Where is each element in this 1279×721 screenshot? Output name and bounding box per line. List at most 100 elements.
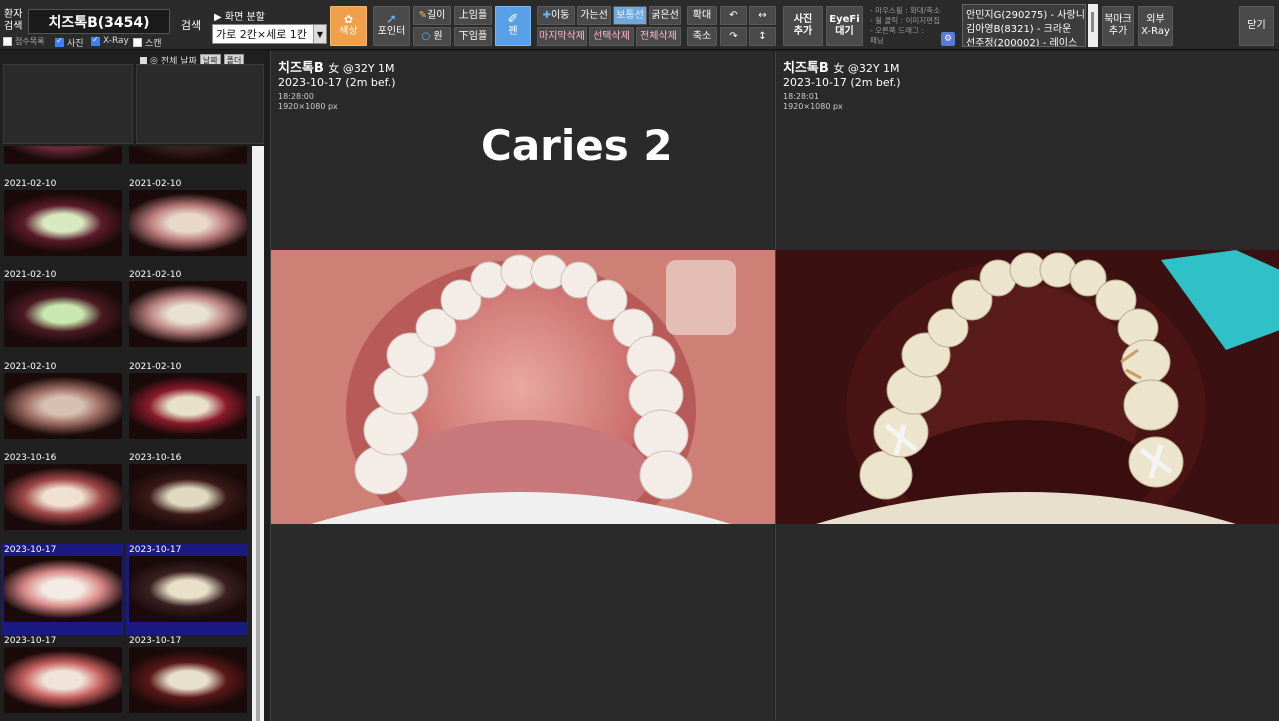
thumbnail-image[interactable] (4, 281, 122, 347)
patient-name-field[interactable]: 치즈톡B(3454) (28, 9, 170, 34)
check-label: 접수목록 (15, 37, 45, 46)
external-xray-button[interactable]: 외부 X-Ray (1138, 6, 1173, 46)
list-item[interactable]: 김아영B(8321) - 크라운 (963, 19, 1085, 35)
thumbnail-item[interactable]: 2023-10-17 (126, 635, 248, 721)
thumbnail-item[interactable]: 2023-10-16 (1, 452, 123, 543)
checkbox-checked-icon (91, 35, 100, 46)
fluorescence-photo-svg (776, 250, 1279, 524)
check-photo[interactable]: 사진 (55, 36, 84, 49)
split-select[interactable]: 가로 2칸×세로 1칸 ▼ (212, 24, 327, 44)
color-button[interactable]: ✿ 색상 (330, 6, 367, 46)
check-label: X-Ray (103, 36, 129, 46)
length-button[interactable]: ✎ 길이 (413, 6, 451, 25)
thumbnail-image[interactable] (129, 146, 247, 164)
image-caption: Caries 2 (481, 121, 673, 170)
toolbar: 환자 검색 치즈톡B(3454) 검색 ▶ 화면 분할 가로 2칸×세로 1칸 ▼… (0, 0, 1279, 50)
viewer-right[interactable]: 치즈톡B 女 @32Y 1M 2023-10-17 (2m bef.) 18:2… (775, 51, 1279, 721)
thumbnail-image[interactable] (129, 464, 247, 530)
waiting-patient-list[interactable]: 안민지G(290275) - 사랑니 김아영B(8321) - 크라운 선주정(… (962, 4, 1086, 47)
thumbnail-panel: ◎ 전체 날짜 날짜 폴더 2021-02-10 2021-02-10 2021-0… (0, 51, 266, 721)
thumbnail-date: 2023-10-17 (129, 544, 182, 555)
thumbnail-item[interactable]: 2021-02-10 (126, 269, 248, 360)
settings-icon[interactable]: ⚙ (941, 32, 955, 46)
search-button[interactable]: 검색 (174, 9, 208, 43)
thumbnail-date: 2023-10-16 (4, 453, 57, 463)
zoom-out-button[interactable]: 축소 (687, 27, 717, 46)
intraoral-photo-fluorescence[interactable] (776, 250, 1279, 524)
thumbnail-scrollbar[interactable] (252, 146, 264, 721)
thumbnail-image[interactable] (4, 146, 122, 164)
intraoral-photo-svg (271, 250, 775, 524)
bookmark-button[interactable]: 북마크 추가 (1102, 6, 1134, 46)
eyefi-button[interactable]: EyeFi 대기 (826, 6, 863, 46)
check-label: 스캔 (145, 39, 162, 49)
thumbnail-image[interactable] (4, 372, 122, 439)
thumbnail-item[interactable]: 2021-02-10 (1, 361, 123, 452)
scrollbar-thumb[interactable] (256, 396, 260, 721)
thumbnail-item[interactable]: 2023-10-17 (1, 635, 123, 721)
check-xray[interactable]: X-Ray (91, 35, 129, 46)
lower-implant-button[interactable]: 下임플 (454, 27, 492, 46)
thumbnail-item[interactable]: 2023-10-17 (126, 543, 248, 635)
move-button[interactable]: ✚ 이동 (537, 6, 575, 25)
circle-button[interactable]: ○ 원 (413, 27, 451, 46)
chevron-down-icon[interactable]: ▼ (313, 25, 326, 43)
thumbnail-image[interactable] (129, 555, 247, 622)
pen-button[interactable]: ✐ 펜 (495, 6, 531, 46)
thumbnail-image[interactable] (4, 555, 122, 622)
thumbnail-date: 2021-02-10 (4, 178, 57, 189)
delete-selected-button[interactable]: 선택삭제 (589, 27, 634, 46)
thumbnail-item[interactable]: 2021-02-10 (1, 269, 123, 360)
thumbnail-date: 2023-10-17 (4, 544, 57, 555)
close-button[interactable]: 닫기 (1239, 6, 1274, 46)
thumbnail-image[interactable] (4, 647, 122, 713)
thumbnail-date: 2021-02-10 (129, 270, 182, 280)
thumbnail-item[interactable]: 2023-10-16 (126, 452, 248, 543)
circle-icon: ○ (421, 30, 431, 42)
flip-horizontal-button[interactable]: ↔ (749, 6, 776, 25)
viewer-patient-name: 치즈톡B 女 @32Y 1M (783, 61, 900, 76)
list-item[interactable]: 선주정(200002) - 레이스 (963, 33, 1085, 46)
delete-last-button[interactable]: 마지막삭제 (537, 27, 587, 46)
patient-search-label: 환자 검색 (4, 9, 23, 32)
thumbnail-image[interactable] (4, 464, 122, 530)
check-reception[interactable]: 접수목록 (3, 36, 44, 47)
flip-vertical-button[interactable]: ↕ (749, 27, 776, 46)
rotate-left-button[interactable]: ↶ (720, 6, 747, 25)
viewer-date: 2023-10-17 (2m bef.) (278, 76, 396, 89)
viewer-time: 18:28:01 (783, 92, 819, 101)
thin-line-button[interactable]: 가는선 (577, 6, 611, 25)
list-item[interactable]: 안민지G(290275) - 사랑니 (963, 5, 1085, 21)
rotate-right-button[interactable]: ↷ (720, 27, 747, 46)
zoom-in-button[interactable]: 확대 (687, 6, 717, 25)
expand-icon[interactable] (140, 57, 147, 64)
thumbnail-date: 2021-02-10 (4, 361, 57, 372)
thumbnail-image[interactable] (129, 189, 247, 256)
intraoral-photo-normal[interactable] (271, 250, 775, 524)
thumbnail-image[interactable] (129, 372, 247, 439)
circle-button-label: 원 (433, 30, 443, 42)
viewer-left[interactable]: 치즈톡B 女 @32Y 1M 2023-10-17 (2m bef.) 18:2… (270, 51, 775, 721)
split-select-value: 가로 2칸×세로 1칸 (216, 28, 307, 41)
thumbnail-image[interactable] (129, 647, 247, 713)
thumbnail-date: 2021-02-10 (129, 178, 182, 189)
delete-all-button[interactable]: 전체삭제 (636, 27, 681, 46)
thumbnail-item[interactable] (126, 146, 248, 177)
viewer-date: 2023-10-17 (2m bef.) (783, 76, 901, 89)
thumbnail-item[interactable]: 2021-02-10 (1, 178, 123, 269)
normal-line-button[interactable]: 보통선 (613, 6, 647, 25)
thick-line-button[interactable]: 굵은선 (649, 6, 681, 25)
patient-list-scrollbar[interactable] (1088, 4, 1098, 47)
thumbnail-image[interactable] (4, 189, 122, 256)
pointer-button[interactable]: ➚ 포인터 (373, 6, 410, 46)
add-photo-button[interactable]: 사진 추가 (783, 6, 823, 46)
thumbnail-item[interactable] (1, 146, 123, 177)
check-scan[interactable]: 스캔 (133, 36, 162, 49)
viewer-patient-name: 치즈톡B 女 @32Y 1M (278, 61, 395, 76)
upper-implant-button[interactable]: 上임플 (454, 6, 492, 25)
thumbnail-item[interactable]: 2021-02-10 (126, 178, 248, 269)
thumbnail-image[interactable] (129, 281, 247, 347)
rotate-right-icon: ↷ (729, 30, 738, 42)
thumbnail-item[interactable]: 2023-10-17 (1, 543, 123, 635)
thumbnail-item[interactable]: 2021-02-10 (126, 361, 248, 452)
